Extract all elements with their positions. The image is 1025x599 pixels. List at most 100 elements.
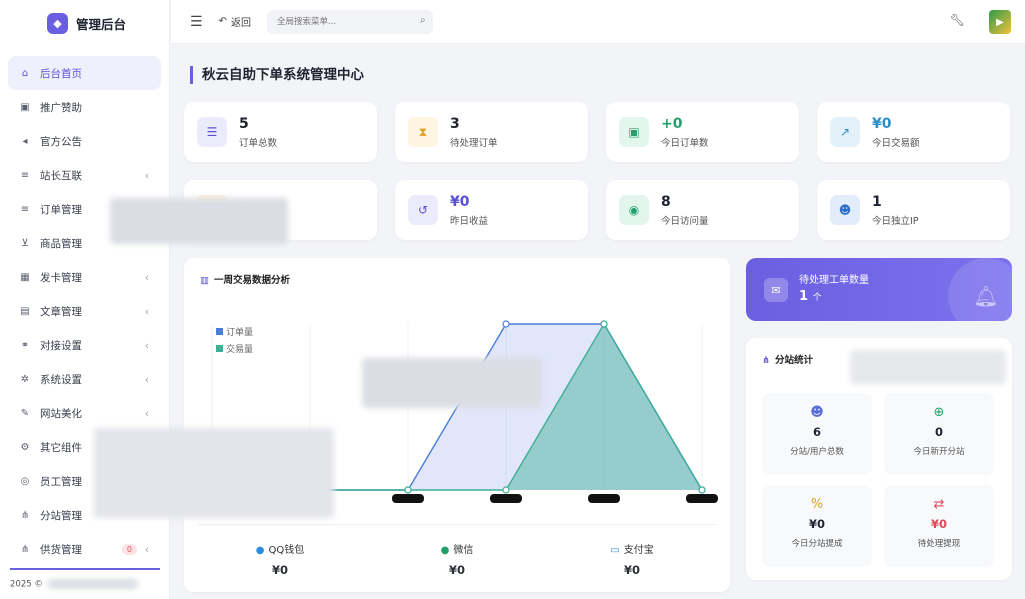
plus-circle-icon: ⊕	[933, 405, 945, 420]
substation-label: 待处理提现	[917, 539, 961, 549]
legend-label: 订单量	[226, 326, 253, 338]
stat-value: 8	[661, 193, 671, 210]
sidebar-item-3[interactable]: ≡ 站长互联 ‹	[8, 158, 161, 192]
logo[interactable]: ◆ 管理后台	[0, 0, 169, 46]
payment-item: ▭ 支付宝 ¥0	[572, 541, 692, 577]
sidebar-item-label: 对接设置	[40, 339, 82, 352]
redacted-block	[94, 428, 334, 518]
chevron-left-icon: ‹	[144, 270, 149, 284]
stat-value: +0	[661, 115, 683, 132]
cogs-icon: ⚙	[20, 441, 30, 453]
alipay-card-icon: ▭	[610, 545, 620, 556]
avatar[interactable]: ▶	[989, 10, 1011, 34]
stat-value: ¥0	[450, 193, 470, 210]
substation-card: ⋔ 分站统计 ☻ 6 分站/用户总数 ⊕ 0 今日新开分站% ¥0 今日分站提成 ⇄ ¥0 待处理提现	[746, 338, 1012, 580]
legend-label: 交易量	[226, 343, 253, 355]
stat-card: ↗ ¥0 今日交易额	[817, 102, 1010, 162]
sidebar-item-label: 后台首页	[40, 67, 82, 80]
sidebar-item-2[interactable]: ◂ 官方公告	[8, 124, 161, 158]
payment-name: QQ钱包	[268, 545, 305, 556]
sidebar-item-9[interactable]: ✲ 系统设置 ‹	[8, 362, 161, 396]
stat-label: 昨日收益	[450, 215, 489, 227]
stat-card: ◉ 8 今日访问量	[606, 180, 799, 240]
megaphone-icon: ◂	[22, 135, 28, 147]
percent-icon: %	[810, 497, 824, 512]
sidebar-item-10[interactable]: ✎ 网站美化 ‹	[8, 396, 161, 430]
back-label: 返回	[230, 18, 251, 29]
ticket-label: 待处理工单数量	[799, 275, 869, 286]
search-icon[interactable]: ⌕	[420, 15, 426, 26]
sidebar-item-7[interactable]: ▤ 文章管理 ‹	[8, 294, 161, 328]
exchange-icon: ⇄	[933, 497, 945, 512]
data-point[interactable]	[600, 320, 608, 328]
footer-copyright: 2025 ©	[10, 579, 43, 589]
home-icon: ⌂	[21, 67, 29, 79]
stat-value: ¥0	[872, 115, 892, 132]
data-point[interactable]	[502, 320, 510, 328]
substation-title-text: 分站统计	[774, 355, 813, 366]
stat-value: 5	[239, 115, 249, 132]
grid-icon: ▦	[20, 271, 30, 283]
data-point[interactable]	[404, 486, 412, 494]
sidebar-item-14[interactable]: ⋔ 供货管理 0 ‹	[8, 532, 161, 566]
sidebar-item-label: 员工管理	[40, 475, 82, 488]
chart-title: ▥ 一周交易数据分析	[200, 272, 290, 286]
sidebar-item-8[interactable]: ⚭ 对接设置 ‹	[8, 328, 161, 362]
substation-title: ⋔ 分站统计	[762, 352, 813, 366]
wechat-icon: ●	[440, 545, 450, 556]
sidebar-item-label: 商品管理	[40, 237, 82, 250]
stat-card: ☻ 1 今日独立IP	[817, 180, 1010, 240]
back-button[interactable]: ↶ 返回	[219, 14, 251, 29]
chevron-left-icon: ‹	[144, 338, 149, 352]
ticket-unit: 个	[812, 293, 822, 303]
menu-toggle-icon[interactable]: ☰	[190, 14, 203, 30]
sidebar-item-label: 官方公告	[40, 135, 82, 148]
page-title: 秋云自助下单系统管理中心	[190, 66, 364, 84]
payment-value: ¥0	[448, 563, 465, 577]
substation-label: 今日新开分站	[913, 447, 965, 457]
back-arrow-icon: ↶	[218, 16, 227, 27]
ticket-value: 1	[799, 289, 809, 304]
data-point[interactable]	[698, 486, 706, 494]
sidebar-item-0[interactable]: ⌂ 后台首页	[8, 56, 161, 90]
substation-value: ¥0	[808, 517, 825, 531]
sitemap-icon: ⋔	[762, 355, 770, 366]
wrench-icon[interactable]: 🔧︎	[950, 13, 965, 27]
sidebar-item-label: 站长互联	[40, 169, 82, 182]
substation-label: 分站/用户总数	[790, 447, 844, 457]
sidebar-item-label: 文章管理	[40, 305, 82, 318]
substation-stat: ⊕ 0 今日新开分站	[884, 393, 994, 475]
data-point[interactable]	[502, 486, 510, 494]
sidebar-item-label: 分站管理	[40, 509, 82, 522]
stat-card: ☰ 5 订单总数	[184, 102, 377, 162]
chevron-left-icon: ‹	[144, 542, 149, 556]
payment-name: 支付宝	[623, 545, 654, 556]
chart-title-text: 一周交易数据分析	[213, 275, 290, 286]
search-input[interactable]	[266, 9, 433, 34]
link-icon: ⚭	[20, 339, 30, 351]
brush-icon: ✎	[20, 407, 30, 419]
payment-item: ● 微信 ¥0	[397, 541, 517, 577]
sidebar-item-1[interactable]: ▣ 推广赞助	[8, 90, 161, 124]
x-tick-label	[588, 494, 620, 503]
substation-stat: ☻ 6 分站/用户总数	[762, 393, 872, 475]
legend-swatch	[216, 345, 223, 352]
list-icon: ≡	[20, 203, 30, 215]
stat-label: 今日访问量	[661, 215, 709, 227]
payment-value: ¥0	[271, 563, 288, 577]
image-icon: ▣	[20, 101, 30, 113]
substation-value: ¥0	[930, 517, 947, 531]
chevron-left-icon: ‹	[144, 304, 149, 318]
pending-ticket-card[interactable]: ✉ 待处理工单数量 1 个 🔔︎	[746, 258, 1012, 321]
substation-value: 6	[812, 425, 821, 439]
topbar: ☰ ↶ 返回	[171, 0, 1025, 44]
sidebar-item-6[interactable]: ▦ 发卡管理 ‹	[8, 260, 161, 294]
stat-value: 1	[872, 193, 882, 210]
bar-chart-icon: ▥	[200, 275, 209, 286]
chevron-left-icon: ‹	[144, 406, 149, 420]
footer: 2025 ©	[10, 567, 160, 589]
payment-value: ¥0	[623, 563, 640, 577]
sidebar-item-label: 网站美化	[40, 407, 82, 420]
chevron-left-icon: ‹	[144, 372, 149, 386]
substation-value: 0	[934, 425, 943, 439]
